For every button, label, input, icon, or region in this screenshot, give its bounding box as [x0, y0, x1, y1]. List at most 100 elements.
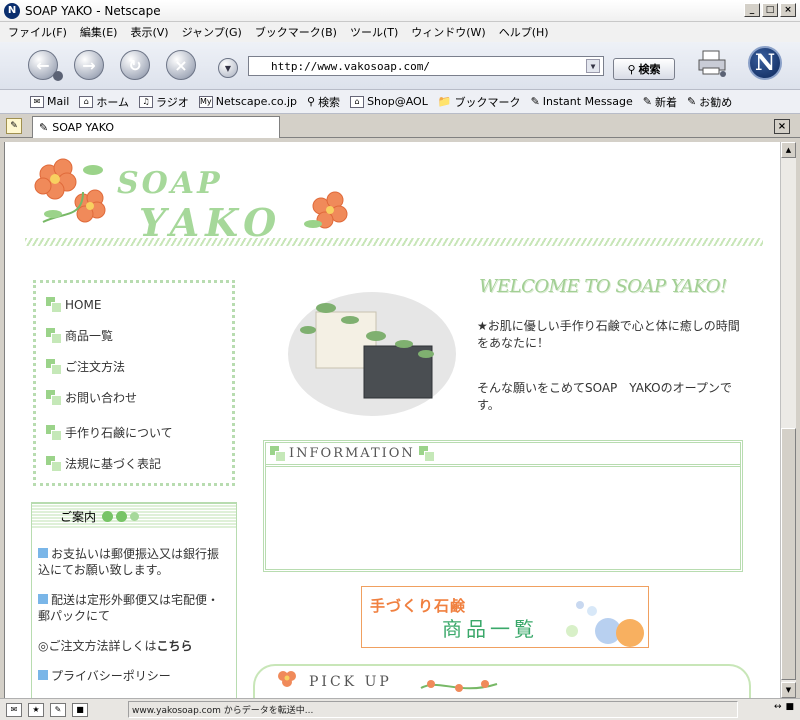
toolbar-link-label: Instant Message	[542, 95, 633, 108]
information-box: INFORMATION	[263, 440, 743, 572]
guide-box: ご案内 お支払いは郵便振込又は銀行振込にてお願い致します。 配送は定形外郵便又は…	[31, 502, 237, 698]
toolbar-link-netscape[interactable]: My Netscape.co.jp	[198, 95, 297, 108]
new-tab-icon[interactable]: ✎	[6, 118, 22, 134]
netscape-logo-icon[interactable]: N	[748, 46, 782, 80]
close-button[interactable]: ×	[780, 3, 796, 17]
search-button[interactable]: ⚲ 検索	[613, 58, 675, 80]
green-dots-icon	[102, 510, 140, 522]
shipping-info: 配送は定形外郵便又は宅配便・郵パックにて	[38, 592, 228, 624]
toolbar-link-new[interactable]: ✎ 新着	[643, 94, 677, 110]
guide-text: お支払いは郵便振込又は銀行振込にてお願い致します。 配送は定形外郵便又は宅配便・…	[32, 528, 236, 684]
welcome-heading: WELCOME TO SOAP YAKO!	[479, 276, 727, 297]
stop-button[interactable]: ×	[166, 50, 196, 80]
tab-soap-yako[interactable]: ✎ SOAP YAKO	[32, 116, 280, 138]
addressbook-status-icon[interactable]: ■	[72, 702, 88, 717]
guide-title: ご案内	[60, 509, 97, 524]
green-square-icon	[46, 456, 62, 472]
toolbar-link-label: 検索	[318, 95, 341, 109]
order-info: ◎ご注文方法詳しくはこちら	[38, 638, 228, 654]
tab-bar: ✎ ✎ SOAP YAKO ×	[0, 114, 800, 138]
scroll-up-arrow-icon[interactable]: ▲	[781, 142, 796, 158]
search-button-label: 検索	[638, 63, 661, 76]
window-controls: _ □ ×	[744, 3, 796, 17]
menu-go[interactable]: ジャンプ(G)	[182, 24, 242, 40]
green-square-icon	[46, 425, 62, 441]
address-bar: ▼ http://www.vakosoap.com/ ▼	[218, 54, 606, 78]
order-details-link[interactable]: こちら	[156, 639, 192, 653]
site-menu-label: 法規に基づく表記	[65, 457, 162, 471]
connection-icon: ↔	[773, 702, 782, 712]
back-arrow-icon: ←	[36, 55, 50, 75]
information-header: INFORMATION	[266, 443, 740, 467]
soap-bubbles-icon	[566, 601, 644, 647]
site-menu-order[interactable]: ご注文方法	[46, 351, 222, 382]
menu-tools[interactable]: ツール(T)	[350, 24, 398, 40]
mail-status-icon[interactable]: ✉	[6, 702, 22, 717]
navigation-toolbar: ← → ↻ × ▼ http://www.vakosoap.com/ ▼ ⚲ 検…	[0, 42, 800, 90]
bookmark-icon: ✎	[530, 95, 540, 108]
url-input[interactable]: http://www.vakosoap.com/ ▼	[248, 56, 604, 76]
composer-status-icon[interactable]: ✎	[50, 702, 66, 717]
bookmark-icon: ✎	[687, 95, 697, 108]
back-button[interactable]: ←	[28, 50, 63, 81]
green-square-icon	[46, 359, 62, 375]
toolbar-link-radio[interactable]: ♫ ラジオ	[139, 94, 189, 110]
bookmark-icon: ✎	[642, 95, 652, 108]
scroll-down-arrow-icon[interactable]: ▼	[781, 682, 796, 698]
site-menu-contact[interactable]: お問い合わせ	[46, 382, 222, 413]
history-dropdown-icon[interactable]: ▼	[218, 58, 238, 78]
guide-header: ご案内	[32, 502, 236, 528]
menu-view[interactable]: 表示(V)	[130, 24, 168, 40]
search-icon: ⚲	[307, 95, 316, 108]
green-square-icon	[46, 390, 62, 406]
site-menu-label: ご注文方法	[65, 360, 126, 374]
site-menu-products[interactable]: 商品一覧	[46, 320, 222, 351]
menu-edit[interactable]: 編集(E)	[80, 24, 118, 40]
aim-status-icon[interactable]: ★	[28, 702, 44, 717]
magnifier-icon: ⚲	[627, 62, 636, 76]
toolbar-link-shop[interactable]: ⌂ Shop@AOL	[350, 95, 428, 108]
toolbar-link-bookmarks[interactable]: 📁 ブックマーク	[438, 94, 521, 110]
reload-button[interactable]: ↻	[120, 50, 150, 80]
netscape-app-icon[interactable]: N	[4, 2, 20, 19]
product-list-banner[interactable]: 手づくり石鹸 商品一覧	[361, 586, 649, 648]
privacy-info[interactable]: プライバシーポリシー	[38, 668, 228, 684]
welcome-text-2: そんな願いをこめてSOAP YAKOのオープンです。	[477, 381, 732, 412]
logo-text-soap: SOAP	[117, 166, 223, 201]
scrollbar-thumb[interactable]	[781, 428, 796, 680]
toolbar-link-home[interactable]: ⌂ ホーム	[79, 94, 129, 110]
window-title: SOAP YAKO - Netscape	[25, 3, 161, 18]
menu-file[interactable]: ファイル(F)	[8, 24, 67, 40]
print-icon[interactable]	[697, 49, 727, 77]
flower-vine-icon	[420, 680, 498, 692]
my-icon: My	[198, 95, 213, 108]
order-text: ◎ご注文方法詳しくは	[38, 639, 157, 653]
home-icon: ⌂	[79, 95, 94, 108]
vertical-scrollbar[interactable]: ▲ ▼	[780, 142, 796, 698]
radio-icon: ♫	[139, 95, 154, 108]
site-menu-legal[interactable]: 法規に基づく表記	[46, 448, 222, 479]
payment-info: お支払いは郵便振込又は銀行振込にてお願い致します。	[38, 546, 228, 578]
site-menu-about-soap[interactable]: 手作り石鹸について	[46, 417, 222, 448]
url-dropdown-button[interactable]: ▼	[586, 59, 600, 73]
menu-bookmarks[interactable]: ブックマーク(B)	[255, 24, 337, 40]
green-square-icon	[46, 328, 62, 344]
site-logo[interactable]: SOAP YAKO	[23, 152, 363, 245]
payment-text: お支払いは郵便振込又は銀行振込にてお願い致します。	[38, 547, 220, 577]
close-tab-button[interactable]: ×	[774, 119, 790, 134]
site-menu-label: 手作り石鹸について	[65, 426, 173, 440]
toolbar-link-instant-message[interactable]: ✎ Instant Message	[531, 95, 633, 108]
forward-button[interactable]: →	[74, 50, 104, 80]
maximize-button[interactable]: □	[762, 3, 778, 17]
toolbar-link-recommend[interactable]: ✎ お勧め	[687, 94, 732, 110]
tab-label: SOAP YAKO	[52, 121, 114, 134]
toolbar-link-search[interactable]: ⚲ 検索	[307, 94, 340, 110]
status-indicators: ↔ ■	[774, 702, 794, 712]
menu-window[interactable]: ウィンドウ(W)	[411, 24, 485, 40]
menu-help[interactable]: ヘルプ(H)	[499, 24, 549, 40]
toolbar-link-mail[interactable]: ✉ Mail	[30, 95, 69, 108]
minimize-button[interactable]: _	[744, 3, 760, 17]
toolbar-link-label: Netscape.co.jp	[215, 95, 297, 108]
site-menu-home[interactable]: HOME	[46, 289, 222, 320]
site-menu-label: HOME	[65, 297, 102, 312]
